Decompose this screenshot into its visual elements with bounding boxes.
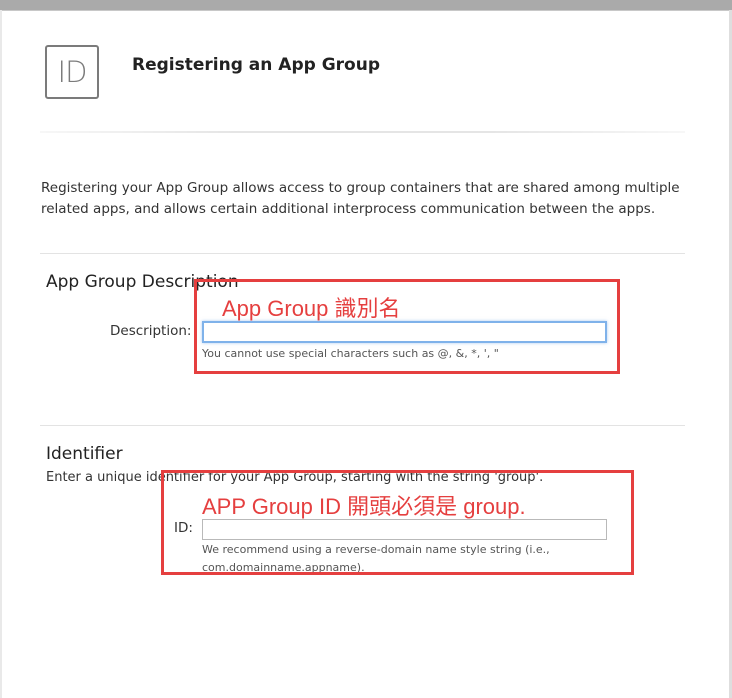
description-annotation-text: App Group 識別名	[222, 296, 401, 321]
section-divider	[40, 425, 685, 426]
section-divider	[40, 253, 685, 254]
description-label: Description:	[110, 323, 192, 339]
intro-text: Registering your App Group allows access…	[41, 180, 680, 217]
page-title: Registering an App Group	[132, 55, 380, 75]
identifier-annotation-box	[161, 470, 634, 575]
window-top-bar	[0, 0, 732, 11]
identifier-section-heading: Identifier	[46, 444, 123, 464]
title-divider	[40, 131, 685, 133]
id-icon-text: ID	[57, 55, 88, 89]
left-edge	[0, 10, 2, 698]
id-icon: ID	[45, 45, 99, 99]
identifier-annotation-text: APP Group ID 開頭必須是 group.	[202, 494, 526, 519]
